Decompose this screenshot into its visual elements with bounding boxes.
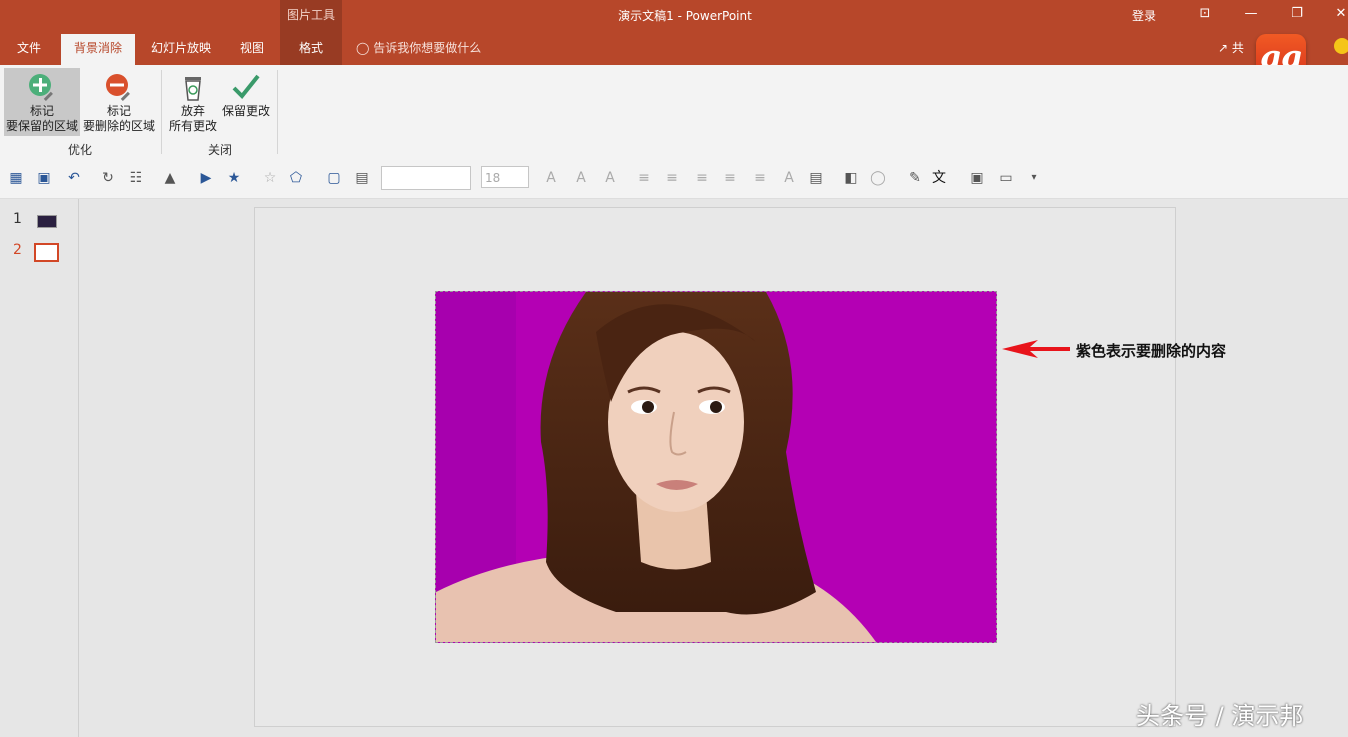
tab-format[interactable]: 格式 [282,34,340,65]
shape-effects-icon[interactable]: ◯ [868,168,888,188]
fit-slide-icon[interactable]: ▭ [996,168,1016,188]
sign-in-link[interactable]: 登录 [1132,7,1156,24]
lightbulb-icon: ◯ [356,41,370,55]
slide-number: 2 [13,242,22,258]
arrange-icon[interactable]: ◧ [841,168,861,188]
align-right-icon[interactable]: ≡ [692,168,712,188]
slide-thumbnail-2[interactable] [34,243,59,262]
restore-button[interactable]: ❐ [1282,4,1312,24]
format-painter-icon[interactable]: ☷ [126,168,146,188]
share-icon: ↗ [1218,41,1229,55]
mark-remove-line1: 标记 [106,104,131,118]
mark-keep-line1: 标记 [29,104,54,118]
new-slide-icon[interactable]: ▢ [324,168,344,188]
window-title: 演示文稿1 - PowerPoint [618,9,752,23]
tab-slideshow[interactable]: 幻灯片放映 [142,34,220,65]
discard-line1: 放弃 [180,104,205,118]
tab-background-removal[interactable]: 背景消除 [61,34,135,65]
text-direction-icon[interactable]: 文 [929,168,949,188]
tab-file[interactable]: 文件 [6,34,52,65]
picture-format-icon[interactable]: ▣ [967,168,987,188]
portrait-illustration [436,292,876,642]
red-arrow-icon [1002,340,1070,358]
group-label-close: 关闭 [208,143,233,157]
annotation-text: 紫色表示要删除的内容 [1076,342,1227,360]
portrait-photo-with-removal-overlay[interactable] [435,291,997,643]
decrease-font-icon[interactable]: A [571,168,591,188]
customize-toolbar-chevron-down-icon[interactable]: ▾ [1024,168,1044,188]
ribbon-display-options-button[interactable]: ⊡ [1190,4,1220,24]
ribbon-group-divider [277,70,278,154]
star-effect-icon[interactable]: ★ [224,168,244,188]
mark-areas-to-keep-button[interactable]: 标记 要保留的区域 [4,68,80,136]
undo-icon[interactable]: ↶ [64,168,84,188]
redo-icon[interactable]: ↻ [98,168,118,188]
align-left-icon[interactable]: ≡ [634,168,654,188]
layout-icon[interactable]: ▤ [806,168,826,188]
tell-me-search[interactable]: ◯ 告诉我你想要做什么 [356,34,481,62]
effect-disabled-icon[interactable]: ☆ [260,168,280,188]
ribbon-group-divider [161,70,162,154]
tab-view[interactable]: 视图 [228,34,276,65]
slide-number: 1 [13,211,22,227]
font-name-dropdown[interactable] [381,166,471,190]
mark-remove-line2: 要删除的区域 [82,119,155,133]
shapes-icon[interactable]: ⬠ [286,168,306,188]
share-label: 共 [1231,41,1244,55]
discard-all-changes-button[interactable]: 放弃 所有更改 [166,68,220,136]
text-box-icon[interactable]: ▤ [352,168,372,188]
clear-format-icon[interactable]: A [779,168,799,188]
watermark: 头条号 / 演示邦 [1136,702,1304,730]
keep-changes-button[interactable]: 保留更改 [220,68,272,136]
close-button[interactable]: ✕ [1326,4,1348,24]
group-label-refine: 优化 [68,143,93,157]
contextual-group-label: 图片工具 [286,8,335,22]
align-center-icon[interactable]: ≡ [662,168,682,188]
minimize-button[interactable]: — [1236,4,1266,24]
justify-icon[interactable]: ≡ [720,168,740,188]
add-circle-pencil-icon [29,74,53,101]
share-button[interactable]: ↗ 共 [1218,34,1244,62]
recycle-bin-icon [185,77,201,101]
mark-areas-to-remove-button[interactable]: 标记 要删除的区域 [82,68,156,136]
checkmark-icon [232,74,260,99]
shape-fill-icon[interactable]: ▲ [160,168,180,188]
recolor-icon[interactable]: ✎ [905,168,925,188]
mark-keep-line2: 要保留的区域 [5,119,78,133]
animation-icon[interactable]: ▶ [196,168,216,188]
slide-thumbnail-1[interactable] [37,215,57,228]
increase-font-icon[interactable]: A [541,168,561,188]
keep-changes-label: 保留更改 [221,104,270,118]
feedback-smiley-icon[interactable] [1334,38,1348,54]
tell-me-text: 告诉我你想要做什么 [373,41,482,55]
save-icon[interactable]: ▣ [34,168,54,188]
font-size-dropdown[interactable]: 18 [481,166,529,188]
font-color-icon[interactable]: A [600,168,620,188]
save-as-icon[interactable]: ▦ [6,168,26,188]
line-spacing-icon[interactable]: ≡ [750,168,770,188]
remove-circle-pencil-icon [106,74,130,101]
slide-thumbnail-pane [0,199,79,737]
discard-line2: 所有更改 [168,119,217,133]
